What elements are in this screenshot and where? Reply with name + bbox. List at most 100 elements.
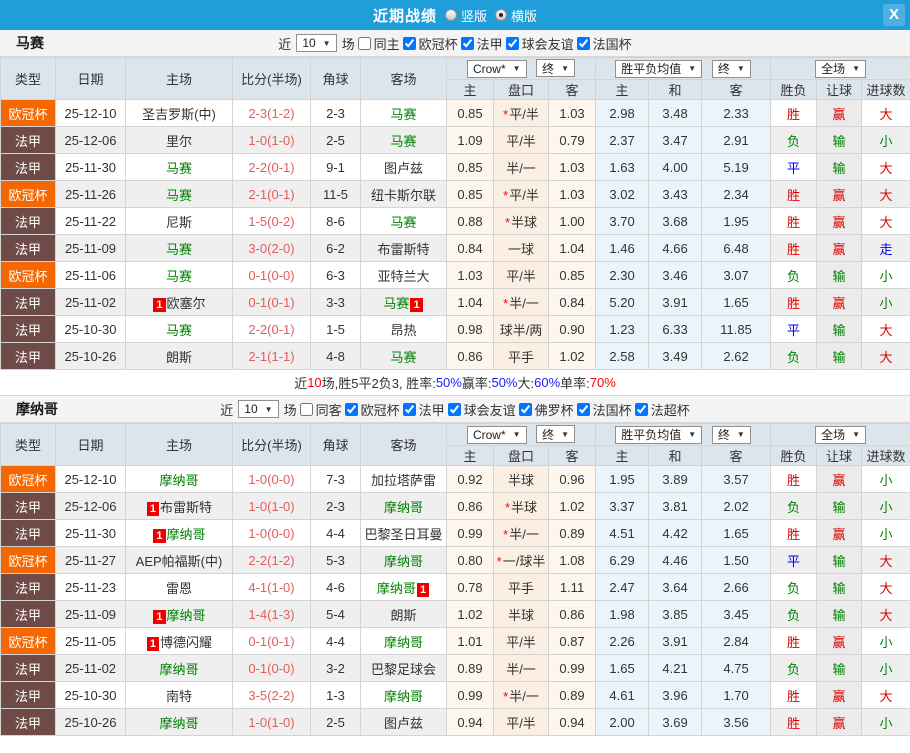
competition-filter-checkbox[interactable] — [402, 36, 416, 50]
asia-handicap: 半球 — [493, 465, 549, 493]
competition-filter-checkbox[interactable] — [505, 36, 519, 50]
home-team: 尼斯 — [125, 207, 233, 235]
team-label: 摩纳哥 — [383, 688, 423, 704]
euro-away-odds: 1.70 — [701, 681, 772, 709]
result-handicap: 赢 — [816, 681, 863, 709]
result-wdl: 胜 — [770, 234, 818, 262]
competition-type: 欧冠杯 — [0, 546, 56, 574]
red-card-badge: 1 — [146, 636, 160, 651]
scope-select[interactable]: 全场 ▼ — [815, 59, 866, 78]
competition-type: 法甲 — [0, 654, 56, 682]
home-team: 马赛 — [125, 234, 233, 262]
match-score: 1-0(1-0) — [232, 492, 311, 520]
col-wdl: 胜负 — [770, 79, 818, 100]
col-score: 比分(半场) — [232, 57, 311, 100]
summary-segment: 70% — [589, 375, 616, 390]
result-handicap: 赢 — [816, 288, 863, 316]
star-marker: * — [503, 688, 509, 704]
competition-filter-label: 欧冠杯 — [360, 402, 400, 418]
match-row: 法甲 25-10-30 南特 3-5(2-2) 1-3 摩纳哥 0.99 *半/一 0.89 4.… — [0, 681, 910, 709]
away-team: 马赛 — [360, 342, 447, 370]
close-button[interactable]: X — [883, 4, 905, 26]
same-venue-filter-label: 同客 — [315, 402, 342, 418]
home-team: 雷恩 — [125, 573, 233, 601]
away-team: 昂热 — [360, 315, 447, 343]
same-venue-filter-label: 同主 — [373, 36, 400, 52]
asia-home-odds: 1.01 — [446, 627, 494, 655]
same-venue-filter-checkbox[interactable] — [357, 36, 371, 50]
home-team: 里尔 — [125, 126, 233, 154]
euro-away-odds: 1.50 — [701, 546, 772, 574]
filter-bar: 近 10 ▼ 场 同主 欧冠杯 法甲 球会友谊 法国杯 — [278, 34, 632, 53]
asia-home-odds: 0.88 — [446, 207, 494, 235]
competition-filter-checkbox[interactable] — [634, 402, 648, 416]
away-team: 摩纳哥 — [360, 546, 447, 574]
result-goals: 大 — [861, 546, 910, 574]
section-monaco: 摩纳哥 近 10 ▼ 场同客 欧冠杯 法甲 球会友谊 佛罗杯 法国杯 法超杯 类型 日期 主场 比… — [0, 396, 910, 736]
result-handicap: 赢 — [816, 627, 863, 655]
result-goals: 小 — [861, 465, 910, 493]
scope-select[interactable]: 全场 ▼ — [815, 425, 866, 444]
euro-time-select[interactable]: 终 ▼ — [711, 59, 751, 78]
corner-score: 2-5 — [310, 126, 361, 154]
competition-filter-checkbox[interactable] — [518, 402, 532, 416]
away-team: 图卢兹 — [360, 153, 447, 181]
result-goals: 小 — [861, 708, 910, 736]
bookmaker-select[interactable]: Crow* ▼ — [466, 59, 527, 78]
competition-filter-checkbox[interactable] — [447, 402, 461, 416]
euro-draw-odds: 3.96 — [648, 681, 703, 709]
competition-filter-checkbox[interactable] — [576, 402, 590, 416]
euro-draw-odds: 4.00 — [648, 153, 703, 181]
asia-handicap: 球半/两 — [493, 315, 549, 343]
match-row: 法甲 25-11-22 尼斯 1-5(0-2) 8-6 马赛 0.88 *半球 1.00 3.70… — [0, 207, 910, 235]
team-name: 摩纳哥 — [16, 401, 58, 417]
match-date: 25-12-06 — [55, 492, 126, 520]
competition-filter-checkbox[interactable] — [344, 402, 358, 416]
chevron-down-icon: ▼ — [688, 64, 697, 73]
euro-time-select[interactable]: 终 ▼ — [711, 425, 751, 444]
competition-filter-checkbox[interactable] — [402, 402, 416, 416]
result-goals: 小 — [861, 519, 910, 547]
match-count-select[interactable]: 10 ▼ — [238, 400, 279, 418]
asia-away-odds: 0.89 — [547, 681, 597, 709]
same-venue-filter-checkbox[interactable] — [299, 402, 313, 416]
euro-away-odds: 2.91 — [701, 126, 772, 154]
competition-type: 法甲 — [0, 600, 56, 628]
asia-away-odds: 0.96 — [547, 465, 597, 493]
chevron-down-icon: ▼ — [688, 430, 697, 439]
chevron-down-icon: ▼ — [852, 64, 860, 73]
team-label: 亚特兰大 — [377, 268, 430, 284]
competition-filter-checkbox[interactable] — [460, 36, 474, 50]
asia-time-select[interactable]: 终 ▼ — [536, 425, 576, 444]
layout-radio-vertical[interactable]: 竖版 — [444, 6, 487, 25]
match-count-select-value: 10 — [244, 402, 258, 416]
euro-draw-odds: 4.46 — [648, 546, 703, 574]
euro-draw-odds: 3.49 — [648, 342, 703, 370]
match-count-select[interactable]: 10 ▼ — [296, 34, 337, 52]
euro-odds-select[interactable]: 胜平负均值 ▼ — [615, 59, 703, 78]
match-score: 1-0(1-0) — [232, 708, 311, 736]
corner-score: 4-8 — [310, 342, 361, 370]
games-label: 场 — [283, 402, 297, 418]
bookmaker-select[interactable]: Crow* ▼ — [466, 425, 527, 444]
euro-home-odds: 2.37 — [595, 126, 650, 154]
near-label: 近 — [278, 36, 292, 52]
team-label: 里尔 — [165, 133, 192, 149]
red-card-badge: 1 — [153, 528, 166, 543]
result-wdl: 负 — [770, 126, 818, 154]
result-handicap: 输 — [816, 153, 863, 181]
match-score: 0-1(0-0) — [232, 261, 311, 289]
away-team: 巴黎圣日耳曼 — [360, 519, 447, 547]
euro-home-odds: 2.58 — [595, 342, 650, 370]
result-wdl: 负 — [770, 573, 818, 601]
layout-radio-horizontal[interactable]: 横版 — [495, 6, 537, 25]
competition-filter-checkbox[interactable] — [576, 36, 590, 50]
col-let: 让球 — [816, 79, 863, 100]
euro-away-odds: 4.75 — [701, 654, 772, 682]
asia-home-odds: 0.94 — [446, 708, 494, 736]
asia-handicap: 平手 — [493, 342, 549, 370]
match-date: 25-10-26 — [55, 708, 126, 736]
euro-draw-odds: 3.85 — [648, 600, 703, 628]
asia-time-select[interactable]: 终 ▼ — [536, 59, 576, 78]
euro-odds-select[interactable]: 胜平负均值 ▼ — [615, 425, 703, 444]
